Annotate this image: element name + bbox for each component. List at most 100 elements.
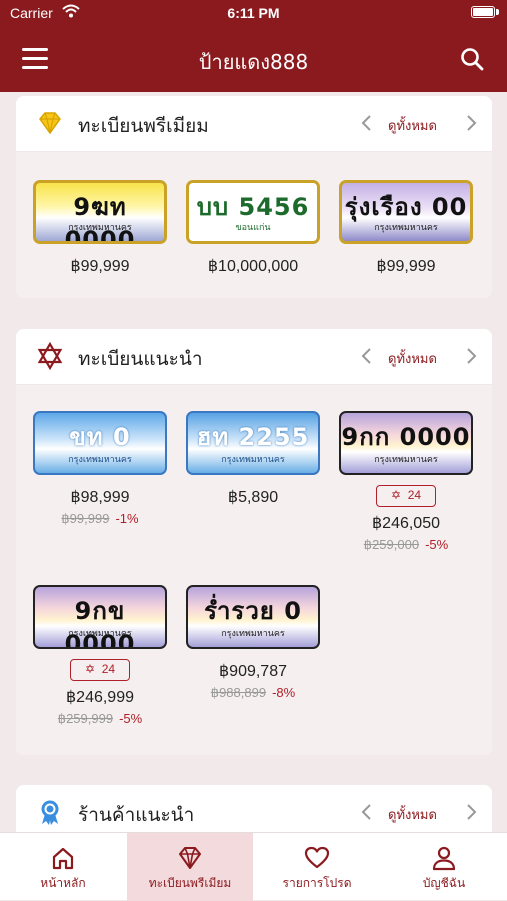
chevron-left-icon[interactable] [358,802,376,822]
license-plate: 9กก 0000 กรุงเทพมหานคร [339,411,473,475]
status-time: 6:11 PM [227,5,280,21]
plate-number: 9กก 0000 [341,423,471,451]
chevron-left-icon[interactable] [358,346,376,366]
recommended-plate-item[interactable]: ฮท 2255 กรุงเทพมหานคร ฿5,890 [185,411,321,507]
license-plate: ขท 0 กรุงเทพมหานคร [33,411,167,475]
shops-title: ร้านค้าแนะนำ [78,804,195,826]
plate-price: ฿246,999 [65,689,134,706]
plate-number: ร่ำรวย 0 [204,597,302,625]
plate-price: ฿99,999 [376,258,436,275]
badge-count: 24 [407,488,422,502]
premium-header: ทะเบียนพรีเมียม ดูทั้งหมด [16,96,492,152]
discount-row: ฿259,000 -5% [338,537,474,553]
tab-premium-label: ทะเบียนพรีเมียม [148,876,232,890]
recommended-list: ขท 0 กรุงเทพมหานคร ฿98,999 ฿99,999 -1% ฮท… [16,385,492,755]
license-plate: รุ่งเรือง 00 กรุงเทพมหานคร [339,180,473,244]
shops-section: ร้านค้าแนะนำ ดูทั้งหมด [16,785,492,832]
tab-favorites[interactable]: รายการโปรด [254,833,380,901]
premium-plate-item[interactable]: 9ฆท 0000 กรุงเทพมหานคร ฿99,999 [32,180,168,276]
discount-row: ฿259,999 -5% [32,711,168,727]
plate-number: 9กข 0000 [64,597,136,649]
license-plate: บบ 5456 ขอนแก่น [186,180,320,244]
discount-row: ฿99,999 -1% [32,511,168,527]
home-icon [52,847,74,870]
tab-favorites-label: รายการโปรด [282,876,352,890]
plate-price: ฿909,787 [218,663,287,680]
status-bar: Carrier 6:11 PM [0,0,507,26]
old-price: ฿259,999 [57,711,114,726]
plate-price: ฿99,999 [70,258,130,275]
license-plate: 9ฆท 0000 กรุงเทพมหานคร [33,180,167,244]
plate-province: กรุงเทพมหานคร [374,455,438,465]
premium-list: 9ฆท 0000 กรุงเทพมหานคร ฿99,999 บบ 5456 ข… [16,152,492,298]
recommended-plate-item[interactable]: ขท 0 กรุงเทพมหานคร ฿98,999 ฿99,999 -1% [32,411,168,527]
tab-account-label: บัญชีฉัน [422,876,466,890]
recommended-plate-item[interactable]: 9กก 0000 กรุงเทพมหานคร ✡ 24 ฿246,050 ฿25… [338,411,474,553]
discount-percent: -5% [119,711,143,726]
search-icon[interactable] [459,46,485,72]
premium-see-all-link[interactable]: ดูทั้งหมด [388,115,437,136]
diamond-icon [179,847,201,869]
plate-number: ขท 0 [69,423,131,451]
shops-see-all-link[interactable]: ดูทั้งหมด [388,804,437,825]
old-price: ฿988,899 [210,685,267,700]
recommended-plate-item[interactable]: 9กข 0000 กรุงเทพมหานคร ✡ 24 ฿246,999 ฿25… [32,585,168,727]
battery-icon [471,6,495,18]
rank-badge: ✡ 24 [376,485,436,507]
premium-title: ทะเบียนพรีเมียม [78,115,209,137]
shops-header: ร้านค้าแนะนำ ดูทั้งหมด [16,785,492,832]
old-price: ฿99,999 [61,511,110,526]
award-ribbon-icon [41,800,59,825]
plate-price: ฿5,890 [227,489,279,506]
plate-province: กรุงเทพมหานคร [221,455,285,465]
recommended-title: ทะเบียนแนะนำ [78,348,203,370]
main-content[interactable]: ทะเบียนพรีเมียม ดูทั้งหมด 9ฆท 0000 กรุงเ… [0,92,507,832]
license-plate: 9กข 0000 กรุงเทพมหานคร [33,585,167,649]
premium-section: ทะเบียนพรีเมียม ดูทั้งหมด 9ฆท 0000 กรุงเ… [16,96,492,298]
plate-province: กรุงเทพมหานคร [68,455,132,465]
heart-icon [304,846,330,869]
star-of-david-icon: ✡ [84,662,96,676]
chevron-left-icon[interactable] [358,113,376,133]
license-plate: ร่ำรวย 0 กรุงเทพมหานคร [186,585,320,649]
badge-count: 24 [101,662,116,676]
discount-percent: -8% [272,685,296,700]
discount-percent: -5% [425,537,449,552]
star-of-david-icon: ✡ [390,488,402,502]
plate-province: กรุงเทพมหานคร [221,629,285,639]
plate-province: กรุงเทพมหานคร [68,223,132,233]
plate-number: ฮท 2255 [196,423,310,451]
plate-province: กรุงเทพมหานคร [68,629,132,639]
plate-province: กรุงเทพมหานคร [374,223,438,233]
page-title: ป้ายแดง888 [198,50,309,74]
tab-home[interactable]: หน้าหลัก [0,833,126,901]
recommended-section: ทะเบียนแนะนำ ดูทั้งหมด ขท 0 กรุงเทพมหานค… [16,329,492,755]
discount-percent: -1% [115,511,139,526]
premium-plate-item[interactable]: บบ 5456 ขอนแก่น ฿10,000,000 [185,180,321,276]
premium-plate-item[interactable]: รุ่งเรือง 00 กรุงเทพมหานคร ฿99,999 [338,180,474,276]
old-price: ฿259,000 [363,537,420,552]
tab-premium[interactable]: ทะเบียนพรีเมียม [127,833,253,901]
recommended-plate-item[interactable]: ร่ำรวย 0 กรุงเทพมหานคร ฿909,787 ฿988,899… [185,585,321,701]
plate-price: ฿246,050 [371,515,440,532]
diamond-icon [39,112,61,135]
plate-number: 9ฆท 0000 [64,193,136,244]
chevron-right-icon[interactable] [462,113,480,133]
license-plate: ฮท 2255 กรุงเทพมหานคร [186,411,320,475]
discount-row: ฿988,899 -8% [185,685,321,701]
rank-badge: ✡ 24 [70,659,130,681]
chevron-right-icon[interactable] [462,346,480,366]
tab-home-label: หน้าหลัก [40,876,86,890]
app-header: ป้ายแดง888 [0,26,507,92]
recommended-see-all-link[interactable]: ดูทั้งหมด [388,348,437,369]
chevron-right-icon[interactable] [462,802,480,822]
star-of-david-icon [37,342,63,370]
user-icon [432,846,456,871]
tab-account[interactable]: บัญชีฉัน [381,833,507,901]
battery-tip [496,9,499,15]
bottom-tab-bar: หน้าหลัก ทะเบียนพรีเมียม รายการโปรด บัญช… [0,832,507,901]
plate-price: ฿10,000,000 [207,258,299,275]
plate-province: ขอนแก่น [235,223,271,233]
recommended-header: ทะเบียนแนะนำ ดูทั้งหมด [16,329,492,385]
plate-price: ฿98,999 [70,489,130,506]
